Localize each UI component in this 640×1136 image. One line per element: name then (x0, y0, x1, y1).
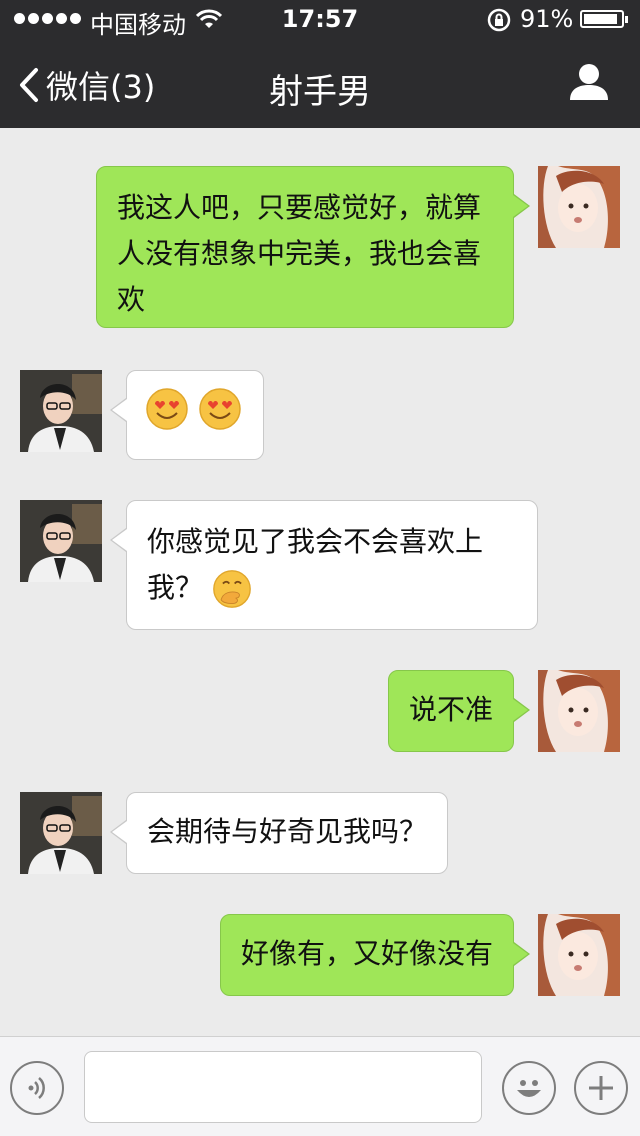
message-row: 好像有，又好像没有 (0, 914, 640, 998)
avatar[interactable] (20, 792, 102, 874)
message-row (0, 370, 640, 462)
person-icon[interactable] (568, 62, 610, 106)
message-text: 我这人吧，只要感觉好，就算人没有想象中完美，我也会喜欢 (117, 191, 482, 316)
message-bubble-outgoing[interactable]: 好像有，又好像没有 (220, 914, 530, 996)
voice-icon (28, 1077, 45, 1099)
heart-eyes-emoji-icon (146, 388, 188, 430)
heart-eyes-emoji-icon (199, 388, 241, 430)
message-row: 会期待与好奇见我吗？ (0, 792, 640, 876)
message-row: 我这人吧，只要感觉好，就算人没有想象中完美，我也会喜欢 (0, 166, 640, 332)
message-text: 说不准 (409, 693, 494, 726)
battery-icon (580, 10, 628, 28)
avatar[interactable] (538, 914, 620, 996)
avatar[interactable] (20, 500, 102, 582)
message-bubble-incoming[interactable] (110, 370, 264, 460)
emoji-button[interactable] (502, 1061, 556, 1115)
message-bubble-incoming[interactable]: 会期待与好奇见我吗？ (110, 792, 448, 874)
avatar[interactable] (538, 166, 620, 248)
message-text: 好像有，又好像没有 (241, 937, 494, 970)
message-text: 你感觉见了我会不会喜欢上我？ (147, 525, 484, 604)
status-bar: 中国移动 17:57 91% (0, 0, 640, 40)
avatar[interactable] (538, 670, 620, 752)
message-row: 你感觉见了我会不会喜欢上我？ (0, 500, 640, 630)
message-bubble-outgoing[interactable]: 我这人吧，只要感觉好，就算人没有想象中完美，我也会喜欢 (96, 166, 530, 328)
message-list[interactable]: 我这人吧，只要感觉好，就算人没有想象中完美，我也会喜欢 你感觉见了我会不会喜欢上… (0, 128, 640, 1036)
avatar[interactable] (20, 370, 102, 452)
nav-bar: 微信(3) 射手男 (0, 40, 640, 128)
input-bar (0, 1036, 640, 1136)
voice-button[interactable] (10, 1061, 64, 1115)
emoji-face-icon (517, 1080, 541, 1097)
message-bubble-outgoing[interactable]: 说不准 (388, 670, 530, 752)
top-bar: 中国移动 17:57 91% 微信(3) 射手男 (0, 0, 640, 128)
battery-percent: 91% (520, 5, 574, 33)
plus-button[interactable] (574, 1061, 628, 1115)
hand-over-mouth-emoji-icon (213, 570, 251, 608)
message-row: 说不准 (0, 670, 640, 754)
orientation-lock-icon (486, 7, 512, 39)
message-text: 会期待与好奇见我吗？ (147, 815, 428, 848)
message-input[interactable] (84, 1051, 482, 1123)
message-bubble-incoming[interactable]: 你感觉见了我会不会喜欢上我？ (110, 500, 538, 630)
plus-icon (589, 1076, 613, 1100)
chat-title: 射手男 (269, 72, 371, 112)
